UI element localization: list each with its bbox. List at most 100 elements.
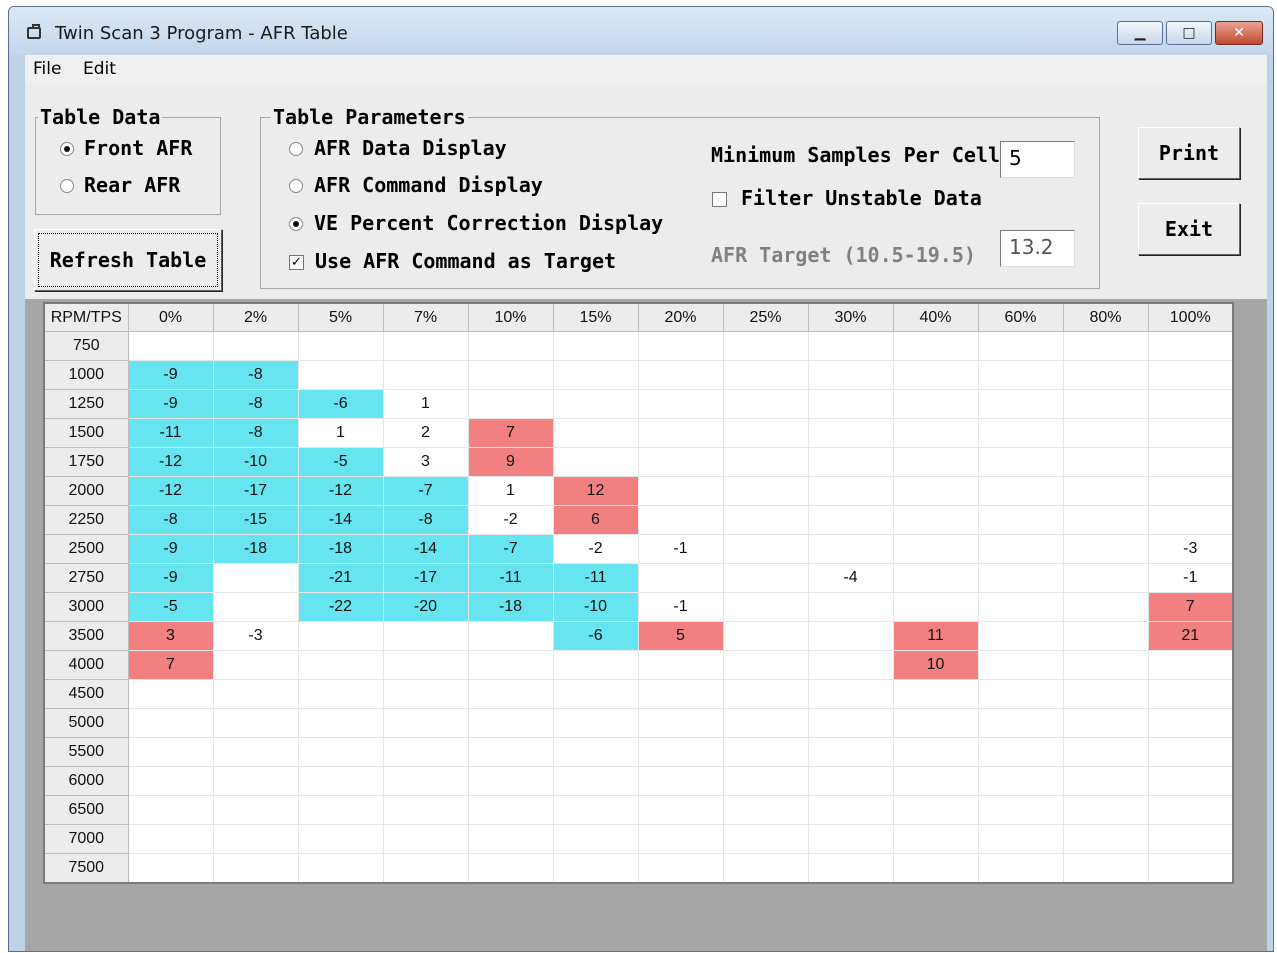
table-cell[interactable] (722, 795, 809, 825)
table-cell[interactable] (297, 766, 384, 796)
table-cell[interactable] (212, 708, 299, 738)
table-cell[interactable] (297, 621, 384, 651)
table-cell[interactable] (1147, 360, 1234, 390)
table-cell[interactable] (467, 360, 554, 390)
table-cell[interactable] (382, 737, 469, 767)
table-cell[interactable] (297, 331, 384, 361)
table-cell[interactable] (1062, 447, 1149, 477)
table-cell[interactable] (1062, 331, 1149, 361)
table-cell[interactable] (807, 621, 894, 651)
table-cell[interactable]: 2 (382, 418, 469, 448)
table-cell[interactable]: -18 (297, 534, 384, 564)
table-cell[interactable] (552, 447, 639, 477)
table-cell[interactable] (1062, 824, 1149, 854)
table-cell[interactable] (892, 766, 979, 796)
table-cell[interactable] (977, 418, 1064, 448)
table-cell[interactable]: -8 (212, 389, 299, 419)
table-cell[interactable] (552, 708, 639, 738)
table-cell[interactable]: -10 (212, 447, 299, 477)
table-cell[interactable] (297, 795, 384, 825)
table-cell[interactable] (807, 592, 894, 622)
exit-button[interactable]: Exit (1138, 203, 1240, 255)
table-cell[interactable] (382, 360, 469, 390)
table-cell[interactable] (382, 679, 469, 709)
table-cell[interactable] (807, 534, 894, 564)
table-cell[interactable] (212, 650, 299, 680)
table-cell[interactable] (722, 476, 809, 506)
table-cell[interactable]: 3 (382, 447, 469, 477)
table-cell[interactable]: -15 (212, 505, 299, 535)
table-cell[interactable]: -7 (467, 534, 554, 564)
table-cell[interactable] (722, 592, 809, 622)
table-cell[interactable]: -12 (127, 447, 214, 477)
table-cell[interactable]: 7 (1147, 592, 1234, 622)
table-cell[interactable] (467, 708, 554, 738)
table-cell[interactable] (127, 708, 214, 738)
table-cell[interactable] (552, 650, 639, 680)
table-cell[interactable] (977, 853, 1064, 884)
table-cell[interactable] (297, 824, 384, 854)
table-cell[interactable] (637, 505, 724, 535)
table-cell[interactable] (807, 766, 894, 796)
table-cell[interactable] (892, 563, 979, 593)
table-cell[interactable]: -18 (212, 534, 299, 564)
use-afr-command-label[interactable]: Use AFR Command as Target (315, 249, 616, 273)
table-cell[interactable] (722, 534, 809, 564)
table-cell[interactable]: -1 (1147, 563, 1234, 593)
table-cell[interactable] (977, 476, 1064, 506)
table-cell[interactable] (467, 621, 554, 651)
table-cell[interactable]: -1 (637, 592, 724, 622)
table-cell[interactable]: 9 (467, 447, 554, 477)
table-cell[interactable]: 1 (467, 476, 554, 506)
table-cell[interactable] (552, 331, 639, 361)
table-cell[interactable]: 6 (552, 505, 639, 535)
table-cell[interactable] (552, 679, 639, 709)
table-cell[interactable] (722, 563, 809, 593)
afr-data-display-radio[interactable] (289, 142, 303, 156)
table-cell[interactable] (212, 795, 299, 825)
table-cell[interactable] (382, 766, 469, 796)
table-cell[interactable] (127, 766, 214, 796)
table-cell[interactable]: 10 (892, 650, 979, 680)
table-cell[interactable] (212, 679, 299, 709)
table-cell[interactable] (637, 360, 724, 390)
table-cell[interactable] (1062, 360, 1149, 390)
table-cell[interactable] (977, 447, 1064, 477)
table-cell[interactable] (297, 679, 384, 709)
table-cell[interactable] (467, 679, 554, 709)
table-cell[interactable] (1062, 853, 1149, 884)
maximize-button[interactable]: □ (1166, 21, 1212, 45)
filter-unstable-checkbox[interactable] (712, 192, 727, 207)
table-cell[interactable] (1147, 447, 1234, 477)
table-cell[interactable] (1147, 418, 1234, 448)
table-cell[interactable] (1147, 389, 1234, 419)
table-cell[interactable] (467, 824, 554, 854)
table-cell[interactable] (1147, 708, 1234, 738)
table-cell[interactable] (637, 679, 724, 709)
table-cell[interactable] (637, 795, 724, 825)
table-cell[interactable] (552, 360, 639, 390)
table-cell[interactable] (807, 824, 894, 854)
table-cell[interactable] (467, 389, 554, 419)
table-cell[interactable] (722, 418, 809, 448)
menu-edit[interactable]: Edit (83, 59, 116, 79)
table-cell[interactable] (892, 360, 979, 390)
close-button[interactable]: ✕ (1215, 21, 1263, 45)
table-cell[interactable] (297, 360, 384, 390)
table-cell[interactable] (1062, 534, 1149, 564)
table-cell[interactable] (892, 418, 979, 448)
table-cell[interactable] (1062, 766, 1149, 796)
table-cell[interactable] (212, 853, 299, 884)
table-cell[interactable] (1147, 766, 1234, 796)
table-cell[interactable] (637, 476, 724, 506)
table-cell[interactable]: -6 (552, 621, 639, 651)
table-cell[interactable] (807, 418, 894, 448)
rear-afr-label[interactable]: Rear AFR (84, 173, 180, 197)
table-cell[interactable] (977, 766, 1064, 796)
table-cell[interactable] (977, 592, 1064, 622)
table-cell[interactable] (382, 708, 469, 738)
table-cell[interactable]: -6 (297, 389, 384, 419)
table-cell[interactable] (1147, 331, 1234, 361)
table-cell[interactable] (297, 853, 384, 884)
table-cell[interactable] (127, 853, 214, 884)
